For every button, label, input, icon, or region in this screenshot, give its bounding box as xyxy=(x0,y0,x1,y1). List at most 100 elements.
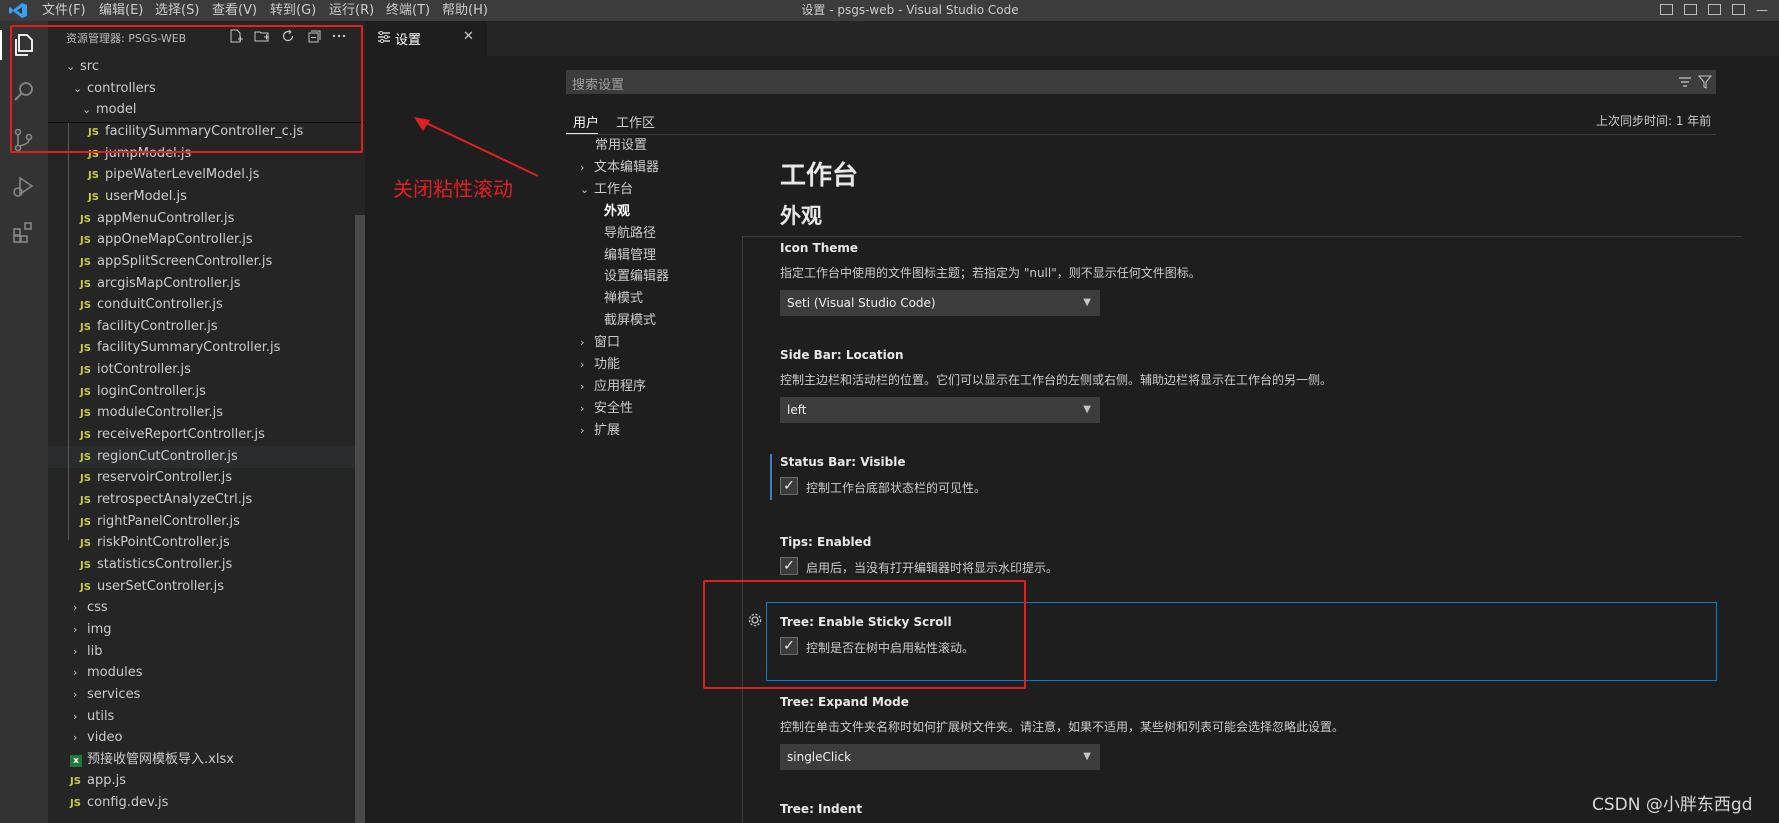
tree-file[interactable]: JS riskPointController.js xyxy=(80,532,230,554)
toc-item[interactable]: › 窗口 xyxy=(580,332,620,354)
tree-file[interactable]: JS reservoirController.js xyxy=(80,467,232,489)
watermark: CSDN @小胖东西gd xyxy=(1592,795,1753,815)
icon-theme-select[interactable]: Seti (Visual Studio Code) ▼ xyxy=(780,290,1100,316)
toc-item[interactable]: 外观 xyxy=(604,201,630,223)
menu-item-3[interactable]: 查看(V) xyxy=(212,1,257,20)
toc-item[interactable]: 导航路径 xyxy=(604,223,656,245)
tree-folder[interactable]: › video xyxy=(73,727,123,749)
tree-file[interactable]: JS pipeWaterLevelModel.js xyxy=(88,164,259,186)
tree-expand-select[interactable]: singleClick ▼ xyxy=(780,744,1100,770)
tree-file[interactable]: JS regionCutController.js xyxy=(48,445,355,468)
toc-item[interactable]: › 文本编辑器 xyxy=(580,157,659,179)
tree-file[interactable]: JS statisticsController.js xyxy=(80,554,232,576)
toc-item[interactable]: 设置编辑器 xyxy=(604,266,669,288)
menu-item-6[interactable]: 终端(T) xyxy=(386,1,430,20)
toc-item-label: 窗口 xyxy=(594,335,621,351)
tree-item-label: pipeWaterLevelModel.js xyxy=(105,167,260,183)
tree-item-label: config.dev.js xyxy=(87,795,169,811)
menu-item-4[interactable]: 转到(G) xyxy=(270,1,316,20)
js-file-icon: JS xyxy=(80,386,91,398)
extensions-icon[interactable] xyxy=(10,218,38,246)
toggle-panel-icon[interactable] xyxy=(1684,4,1697,15)
toc-item[interactable]: › 应用程序 xyxy=(580,376,646,398)
toc-item[interactable]: 禅模式 xyxy=(604,288,643,310)
tree-file[interactable]: JS appMenuController.js xyxy=(80,208,234,230)
menu-item-2[interactable]: 选择(S) xyxy=(155,1,199,20)
tree-file[interactable]: JS loginController.js xyxy=(80,381,206,403)
tree-file[interactable]: JS moduleController.js xyxy=(80,402,223,424)
toc-item[interactable]: › 扩展 xyxy=(580,420,620,442)
toc-item-label: 导航路径 xyxy=(604,225,657,241)
sidebar-location-select[interactable]: left ▼ xyxy=(780,397,1100,423)
js-file-icon: JS xyxy=(80,495,91,506)
tree-file[interactable]: x 预接收管网模板导入.xlsx xyxy=(70,749,234,771)
toc-item[interactable]: 截屏模式 xyxy=(604,310,656,332)
minimize-button[interactable]: — xyxy=(1756,0,1779,21)
tree-folder[interactable]: › lib xyxy=(73,641,102,663)
tree-item-label: userSetController.js xyxy=(97,578,224,594)
toc-item-label: 截屏模式 xyxy=(604,313,657,329)
tree-file[interactable]: JS config.dev.js xyxy=(70,792,168,814)
clear-filter-icon[interactable] xyxy=(1678,75,1692,93)
sidebar-location-value: left xyxy=(787,403,807,417)
toc-item[interactable]: ⌄ 工作台 xyxy=(580,179,633,201)
toc-item[interactable]: › 功能 xyxy=(580,354,620,376)
settings-search-input[interactable]: 搜索设置 xyxy=(566,70,1716,94)
toggle-secondary-sidebar-icon[interactable] xyxy=(1708,4,1721,15)
tree-file[interactable]: JS appOneMapController.js xyxy=(80,229,253,251)
tree-folder[interactable]: › css xyxy=(73,597,108,619)
close-icon[interactable]: ✕ xyxy=(463,29,474,44)
tree-file[interactable]: JS iotController.js xyxy=(80,359,191,381)
tree-file[interactable]: JS arcgisMapController.js xyxy=(80,273,241,295)
chevron-down-icon: ▼ xyxy=(1083,751,1091,762)
tree-file[interactable]: JS facilityController.js xyxy=(80,316,218,338)
chevron-right-icon: › xyxy=(73,601,78,615)
run-debug-icon[interactable] xyxy=(10,172,38,200)
tree-folder[interactable]: › services xyxy=(73,684,140,706)
tree-item-label: receiveReportController.js xyxy=(97,427,265,443)
customize-layout-icon[interactable] xyxy=(1732,4,1745,15)
toc-item-label: 扩展 xyxy=(594,422,621,438)
js-file-icon: JS xyxy=(80,559,91,571)
tab-workspace-settings[interactable]: 工作区 xyxy=(616,112,655,131)
toggle-sidebar-icon[interactable] xyxy=(1660,4,1673,15)
chevron-right-icon: › xyxy=(73,687,78,701)
tree-folder[interactable]: › modules xyxy=(73,662,143,684)
tree-file[interactable]: JS userModel.js xyxy=(88,186,187,208)
annotation-box-sidebar xyxy=(10,25,363,153)
tree-file[interactable]: JS userSetController.js xyxy=(80,576,224,598)
tree-folder[interactable]: › utils xyxy=(73,706,114,728)
menu-item-5[interactable]: 运行(R) xyxy=(329,1,374,20)
tab-settings[interactable]: 设置 ✕ xyxy=(365,21,487,56)
menu-item-1[interactable]: 编辑(E) xyxy=(99,1,143,20)
tree-item-label: modules xyxy=(87,665,143,681)
tree-item-label: lib xyxy=(87,643,103,659)
sidebar-scrollbar[interactable] xyxy=(355,215,365,823)
tree-file[interactable]: JS retrospectAnalyzeCtrl.js xyxy=(80,489,252,511)
toc-item[interactable]: 编辑管理 xyxy=(604,245,656,267)
tree-item-label: utils xyxy=(87,708,115,724)
tips-enabled-checkbox[interactable]: ✓ xyxy=(780,557,798,575)
excel-file-icon: x xyxy=(70,754,82,767)
chevron-right-icon: › xyxy=(580,423,585,437)
tree-file[interactable]: JS facilitySummaryController.js xyxy=(80,337,280,359)
tab-user-settings[interactable]: 用户 xyxy=(573,112,599,131)
tree-file[interactable]: JS appSplitScreenController.js xyxy=(80,251,272,273)
tree-file[interactable]: JS conduitController.js xyxy=(80,294,223,316)
toc-item[interactable]: 常用设置 xyxy=(595,135,647,157)
settings-icon xyxy=(377,30,391,48)
tree-file[interactable]: JS receiveReportController.js xyxy=(80,424,265,446)
js-file-icon: JS xyxy=(80,321,91,333)
tree-file[interactable]: JS app.js xyxy=(70,770,126,792)
setting-sidebar-location-title: Side Bar: Location xyxy=(780,348,904,362)
menu-item-0[interactable]: 文件(F) xyxy=(42,1,86,20)
filter-icon[interactable] xyxy=(1697,75,1713,93)
tree-item-label: img xyxy=(87,621,112,637)
toc-item[interactable]: › 安全性 xyxy=(580,398,633,420)
tree-folder[interactable]: › img xyxy=(73,619,112,641)
menu-item-7[interactable]: 帮助(H) xyxy=(442,1,488,20)
statusbar-visible-checkbox[interactable]: ✓ xyxy=(780,477,798,495)
header-divider xyxy=(742,236,1742,237)
chevron-right-icon: › xyxy=(580,379,585,393)
tree-file[interactable]: JS rightPanelController.js xyxy=(80,511,240,533)
